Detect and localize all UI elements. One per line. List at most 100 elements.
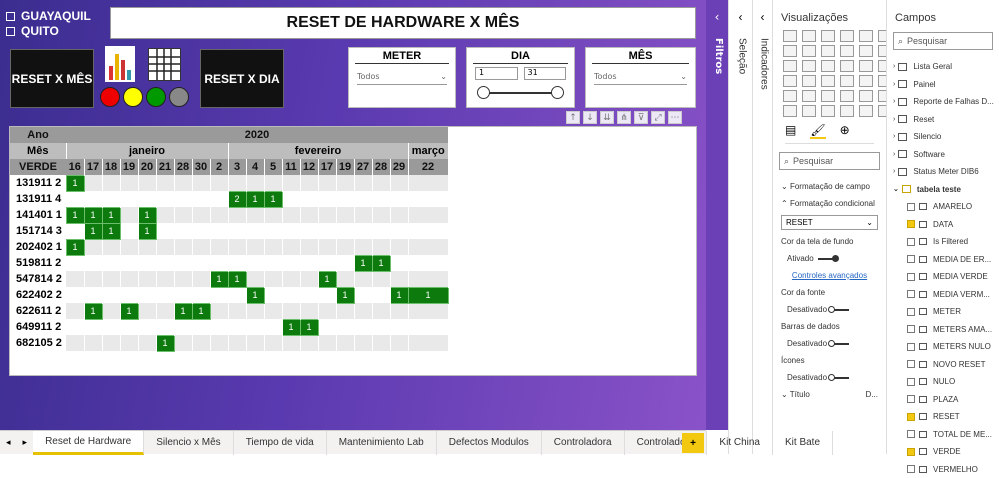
matrix-cell[interactable] xyxy=(120,271,138,287)
toggle-switch[interactable] xyxy=(831,377,849,379)
field-item[interactable]: MEDIA VERDE xyxy=(887,268,999,286)
matrix-cell[interactable]: 1 xyxy=(120,303,138,319)
matrix-cell[interactable]: 1 xyxy=(66,239,84,255)
format-paint-roller-icon[interactable]: 🖌 xyxy=(810,123,825,139)
matrix-cell[interactable] xyxy=(354,303,372,319)
matrix-cell[interactable] xyxy=(300,303,318,319)
matrix-cell[interactable] xyxy=(210,239,228,255)
line-column-icon[interactable] xyxy=(840,45,854,57)
matrix-cell[interactable] xyxy=(120,175,138,191)
matrix-cell[interactable] xyxy=(84,255,102,271)
matrix-cell[interactable] xyxy=(390,175,408,191)
matrix-cell[interactable] xyxy=(138,319,156,335)
reset-por-mes-button[interactable]: RESET X MÊS xyxy=(10,49,94,108)
matrix-cell[interactable] xyxy=(390,319,408,335)
matrix-cell[interactable] xyxy=(372,303,390,319)
matrix-cell[interactable] xyxy=(246,175,264,191)
indicadores-label[interactable]: Indicadores xyxy=(756,38,770,90)
red-circle-icon[interactable] xyxy=(100,87,120,107)
matrix-cell[interactable] xyxy=(120,191,138,207)
selecao-pane[interactable]: ‹ Seleção xyxy=(728,0,752,454)
matrix-cell[interactable] xyxy=(174,287,192,303)
matrix-cell[interactable] xyxy=(66,335,84,351)
checkbox-icon[interactable] xyxy=(907,255,915,263)
stacked-column-icon[interactable] xyxy=(802,30,816,42)
matrix-cell[interactable] xyxy=(390,207,408,223)
field-item[interactable]: VERMELHO xyxy=(887,461,999,478)
ribbon-icon[interactable] xyxy=(859,45,873,57)
checkbox-icon[interactable] xyxy=(907,448,915,456)
field-item[interactable]: METER xyxy=(887,303,999,321)
drill-down-icon[interactable]: ↓ xyxy=(583,111,597,124)
matrix-cell[interactable] xyxy=(138,271,156,287)
matrix-cell[interactable]: 1 xyxy=(354,255,372,271)
matrix-cell[interactable] xyxy=(264,223,282,239)
matrix-cell[interactable]: 1 xyxy=(300,319,318,335)
matrix-cell[interactable]: 1 xyxy=(210,271,228,287)
matrix-cell[interactable] xyxy=(408,319,448,335)
card-icon[interactable] xyxy=(821,75,835,87)
tab-scroll-left-icon[interactable]: ◂ xyxy=(0,437,17,448)
matrix-cell[interactable] xyxy=(408,191,448,207)
matrix-cell[interactable] xyxy=(228,335,246,351)
fields-well-icon[interactable]: ▤ xyxy=(785,123,796,139)
field-item[interactable]: METERS NULO xyxy=(887,338,999,356)
matrix-cell[interactable] xyxy=(336,207,354,223)
field-item[interactable]: TOTAL DE ME... xyxy=(887,426,999,444)
matrix-cell[interactable] xyxy=(102,319,120,335)
field-table[interactable]: ›Painel xyxy=(887,76,999,94)
matrix-cell[interactable]: 1 xyxy=(138,223,156,239)
key-influencers-icon[interactable] xyxy=(859,90,873,102)
smart-narrative-icon[interactable] xyxy=(802,105,816,117)
green-circle-icon[interactable] xyxy=(146,87,166,107)
treemap-icon[interactable] xyxy=(840,60,854,72)
gauge-icon[interactable] xyxy=(802,75,816,87)
clustered-column-icon[interactable] xyxy=(840,30,854,42)
matrix-cell[interactable] xyxy=(282,255,300,271)
campos-search-input[interactable]: ⌕Pesquisar xyxy=(893,32,993,50)
qa-icon[interactable] xyxy=(783,105,797,117)
matrix-cell[interactable] xyxy=(84,175,102,191)
field-item[interactable]: NOVO RESET xyxy=(887,356,999,374)
checkbox-icon[interactable] xyxy=(907,273,915,281)
r-visual-icon[interactable] xyxy=(821,90,835,102)
matrix-cell[interactable]: 1 xyxy=(282,319,300,335)
matrix-cell[interactable] xyxy=(390,271,408,287)
matrix-cell[interactable] xyxy=(210,223,228,239)
tab-page[interactable]: Silencio x Mês xyxy=(144,431,233,455)
checkbox-icon[interactable] xyxy=(907,220,915,228)
matrix-cell[interactable]: 1 xyxy=(246,287,264,303)
field-table[interactable]: ›Silencio xyxy=(887,128,999,146)
matrix-cell[interactable] xyxy=(282,191,300,207)
matrix-cell[interactable] xyxy=(210,335,228,351)
section-formatacao-condicional[interactable]: ⌃ Formatação condicional xyxy=(773,195,886,212)
tab-page[interactable]: Tiempo de vida xyxy=(234,431,327,455)
matrix-cell[interactable] xyxy=(228,207,246,223)
matrix-cell[interactable] xyxy=(336,271,354,287)
matrix-cell[interactable] xyxy=(192,223,210,239)
matrix-cell[interactable] xyxy=(372,287,390,303)
matrix-cell[interactable]: 1 xyxy=(318,271,336,287)
matrix-cell[interactable] xyxy=(300,335,318,351)
matrix-cell[interactable]: 1 xyxy=(246,191,264,207)
toggle-switch[interactable] xyxy=(831,309,849,311)
add-page-icon[interactable]: + xyxy=(682,433,704,453)
field-table[interactable]: ›Status Meter DIB6 xyxy=(887,163,999,181)
multirow-card-icon[interactable] xyxy=(840,75,854,87)
slider-handle-right[interactable] xyxy=(551,86,564,99)
matrix-cell[interactable] xyxy=(156,303,174,319)
field-table[interactable]: ›Software xyxy=(887,146,999,164)
filter-icon[interactable]: ⊽ xyxy=(634,111,648,124)
matrix-cell[interactable] xyxy=(282,287,300,303)
matrix-cell[interactable] xyxy=(84,335,102,351)
matrix-icon[interactable] xyxy=(802,90,816,102)
mes-dropdown[interactable]: Todos⌄ xyxy=(594,69,687,85)
dia-from-input[interactable]: 1 xyxy=(475,67,518,80)
matrix-cell[interactable] xyxy=(210,287,228,303)
matrix-cell[interactable]: 1 xyxy=(174,303,192,319)
matrix-cell[interactable]: 1 xyxy=(66,207,84,223)
matrix-cell[interactable] xyxy=(246,255,264,271)
matrix-cell[interactable]: 1 xyxy=(264,191,282,207)
matrix-cell[interactable] xyxy=(264,239,282,255)
field-item[interactable]: AMARELO xyxy=(887,198,999,216)
